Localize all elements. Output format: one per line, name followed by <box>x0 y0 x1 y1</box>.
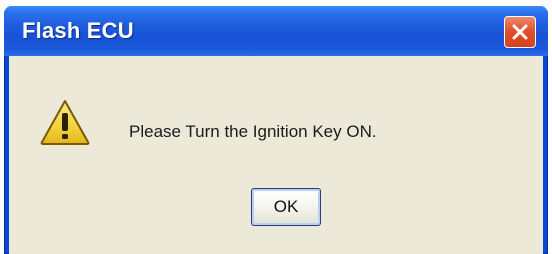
warning-icon <box>40 100 90 145</box>
window-title: Flash ECU <box>22 18 134 43</box>
title-bar[interactable]: Flash ECU <box>4 6 548 56</box>
close-button[interactable] <box>504 16 536 48</box>
ok-button[interactable]: OK <box>251 188 321 226</box>
dialog-message: Please Turn the Ignition Key ON. <box>129 122 377 141</box>
dialog-body: Please Turn the Ignition Key ON. OK <box>9 56 543 254</box>
dialog-window: Flash ECU Please Turn the Ignition Key O… <box>4 6 548 254</box>
close-icon <box>512 24 528 40</box>
